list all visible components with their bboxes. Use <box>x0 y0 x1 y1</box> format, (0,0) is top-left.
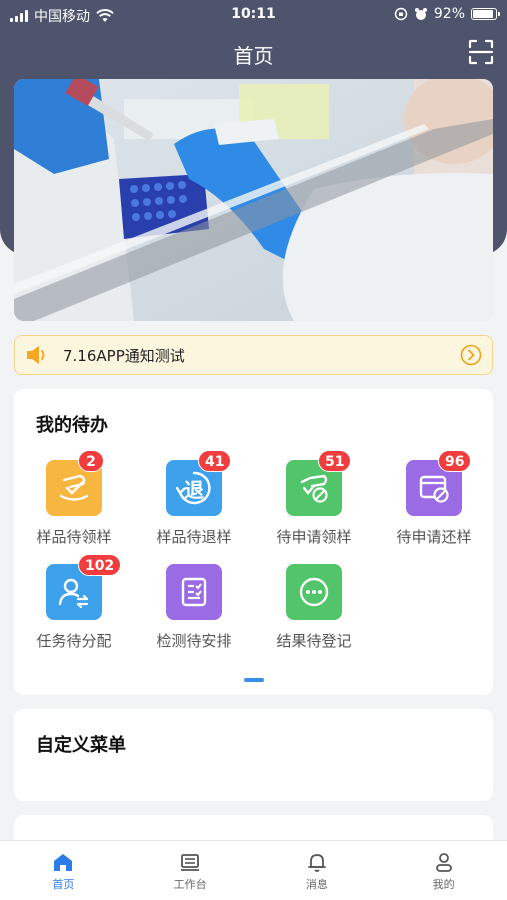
home-icon <box>54 854 73 871</box>
lab-pipette-image <box>14 79 493 321</box>
test-schedule-icon <box>166 564 222 620</box>
todo-item-label: 结果待登记 <box>276 632 352 650</box>
tab-profile[interactable]: 我的 <box>380 841 507 900</box>
apply-return-icon: 96 <box>406 450 472 516</box>
sample-receive-icon: 2 <box>46 450 104 516</box>
tab-label: 首页 <box>52 878 75 891</box>
status-bar: 中国移动 10:11 92% <box>0 0 507 28</box>
badge-count: 2 <box>78 450 104 472</box>
bell-icon <box>307 854 326 872</box>
todo-item-label: 待申请领样 <box>276 528 352 546</box>
alarm-icon <box>414 8 427 20</box>
tab-messages[interactable]: 消息 <box>254 841 381 900</box>
battery-percent: 92% <box>433 6 465 22</box>
result-register-icon <box>286 564 342 620</box>
custom-menu-card: 自定义菜单 <box>14 709 493 801</box>
tab-label: 消息 <box>305 878 328 891</box>
task-assign-icon: 102 <box>46 554 122 620</box>
notice-bar[interactable]: 7.16APP通知测试 <box>14 335 493 375</box>
apply-receive-icon: 51 <box>286 450 352 516</box>
tab-workbench[interactable]: 工作台 <box>127 841 254 900</box>
scan-icon[interactable] <box>467 38 495 66</box>
tab-home[interactable]: 首页 <box>0 841 127 900</box>
speaker-icon <box>27 346 45 364</box>
todo-title: 我的待办 <box>36 415 108 436</box>
tab-bar: 首页 工作台 消息 我的 <box>0 840 507 900</box>
todo-item-label: 检测待安排 <box>156 632 232 650</box>
chevron-right-circle-icon[interactable] <box>460 344 482 366</box>
page-title: 首页 <box>233 44 274 68</box>
badge-count: 96 <box>438 450 472 472</box>
todo-item-label: 任务待分配 <box>36 632 112 650</box>
badge-count: 41 <box>198 450 232 472</box>
user-icon <box>435 853 452 872</box>
todo-item-sample-receive[interactable]: 2 样品待领样 <box>14 450 134 547</box>
todo-item-label: 样品待领样 <box>36 528 112 546</box>
orientation-lock-icon <box>394 7 408 21</box>
badge-count: 51 <box>318 450 352 472</box>
todo-item-apply-return[interactable]: 96 待申请还样 <box>374 450 494 547</box>
pager-indicator <box>244 678 264 682</box>
tab-label: 工作台 <box>173 878 207 891</box>
todo-item-result-register[interactable]: 结果待登记 <box>254 564 374 651</box>
todo-card: 我的待办 2 样品待领样 退 41 样品待退样 51 待申请领样 96 待申请还… <box>14 389 493 695</box>
sample-return-icon: 退 41 <box>166 450 232 516</box>
battery-icon <box>471 8 500 20</box>
tab-label: 我的 <box>432 878 455 891</box>
banner-image[interactable] <box>14 79 493 321</box>
notice-text: 7.16APP通知测试 <box>63 346 185 365</box>
todo-item-label: 样品待退样 <box>156 528 232 546</box>
todo-item-apply-receive[interactable]: 51 待申请领样 <box>254 450 374 547</box>
workbench-icon <box>181 854 200 871</box>
todo-item-test-schedule[interactable]: 检测待安排 <box>134 564 254 651</box>
todo-item-task-assign[interactable]: 102 任务待分配 <box>14 554 134 651</box>
badge-count: 102 <box>78 554 122 576</box>
custom-menu-title: 自定义菜单 <box>36 735 126 756</box>
todo-item-label: 待申请还样 <box>396 528 472 546</box>
todo-item-sample-return[interactable]: 退 41 样品待退样 <box>134 450 254 547</box>
return-glyph: 退 <box>184 477 204 502</box>
